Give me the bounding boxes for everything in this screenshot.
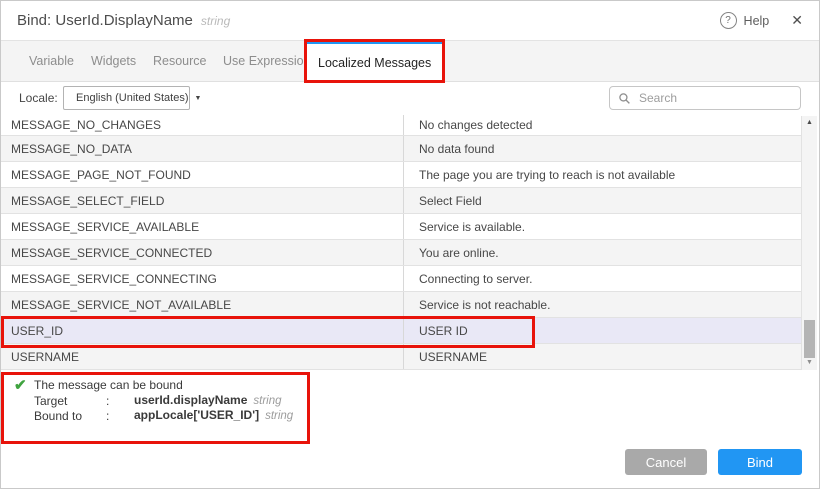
table-row[interactable]: MESSAGE_SERVICE_CONNECTEDYou are online.: [1, 240, 801, 266]
table-row[interactable]: MESSAGE_SELECT_FIELDSelect Field: [1, 188, 801, 214]
message-key: MESSAGE_NO_CHANGES: [1, 115, 404, 135]
search-box: [609, 86, 801, 110]
message-key: MESSAGE_NO_DATA: [1, 136, 404, 161]
table-scrollbar[interactable]: ▲ ▼: [801, 116, 817, 370]
dialog-title-type: string: [201, 14, 230, 28]
status-row-separator: :: [106, 409, 134, 424]
status-row-type: string: [265, 410, 293, 422]
toolbar: Locale: English (United States) ▼: [1, 82, 819, 116]
bind-status-row: Target:userId.displayNamestring: [34, 393, 293, 408]
dialog-footer: Cancel Bind: [1, 426, 819, 488]
table-row[interactable]: MESSAGE_SERVICE_NOT_AVAILABLEService is …: [1, 292, 801, 318]
status-row-label: Target: [34, 394, 106, 409]
messages-table-body: MESSAGE_NO_CHANGESNo changes detectedMES…: [1, 115, 801, 371]
search-icon: [618, 92, 631, 105]
message-value: Connecting to server.: [404, 266, 801, 291]
status-row-label: Bound to: [34, 409, 106, 424]
message-key: MESSAGE_PAGE_NOT_FOUND: [1, 162, 404, 187]
bind-dialog: Bind: UserId.DisplayName string ? Help ✕…: [0, 0, 820, 489]
bind-status-panel: ✔ The message can be bound Target:userId…: [1, 371, 819, 427]
message-value: The page you are trying to reach is not …: [404, 162, 801, 187]
message-key: USER_ID: [1, 318, 404, 343]
message-key: MESSAGE_SERVICE_CONNECTED: [1, 240, 404, 265]
cancel-button[interactable]: Cancel: [625, 449, 707, 475]
close-icon[interactable]: ✕: [791, 12, 803, 29]
chevron-down-icon: ▼: [195, 95, 202, 102]
locale-select[interactable]: English (United States) ▼: [63, 86, 190, 110]
table-row[interactable]: USERNAMEUSERNAME: [1, 344, 801, 370]
messages-table: MESSAGE_NO_CHANGESNo changes detectedMES…: [1, 115, 819, 371]
header-actions: ? Help ✕: [720, 12, 803, 29]
status-row-value: appLocale['USER_ID']string: [134, 408, 293, 424]
status-row-type: string: [253, 395, 281, 407]
message-value: Service is available.: [404, 214, 801, 239]
bind-status-rows: Target:userId.displayNamestringBound to:…: [34, 393, 293, 423]
table-row[interactable]: MESSAGE_NO_CHANGESNo changes detected: [1, 115, 801, 136]
table-row[interactable]: MESSAGE_SERVICE_CONNECTINGConnecting to …: [1, 266, 801, 292]
message-key: MESSAGE_SERVICE_CONNECTING: [1, 266, 404, 291]
message-key: USERNAME: [1, 344, 404, 369]
message-value: You are online.: [404, 240, 801, 265]
bind-status-content: The message can be bound Target:userId.d…: [34, 378, 293, 423]
success-check-icon: ✔: [14, 376, 27, 394]
scroll-down-icon[interactable]: ▼: [802, 358, 817, 368]
status-row-value: userId.displayNamestring: [134, 393, 293, 409]
message-value: No data found: [404, 136, 801, 161]
help-button[interactable]: Help: [744, 14, 770, 28]
tab-bar: VariableWidgetsResourceUse ExpressionLoc…: [1, 41, 819, 82]
bind-status-message: The message can be bound: [34, 378, 293, 393]
help-icon[interactable]: ?: [720, 12, 737, 29]
table-row[interactable]: USER_IDUSER ID: [1, 318, 801, 344]
table-row[interactable]: MESSAGE_SERVICE_AVAILABLEService is avai…: [1, 214, 801, 240]
message-value: USERNAME: [404, 344, 801, 369]
message-value: No changes detected: [404, 115, 801, 135]
locale-selected-value: English (United States): [76, 92, 189, 104]
dialog-header: Bind: UserId.DisplayName string ? Help ✕: [1, 1, 819, 41]
message-key: MESSAGE_SERVICE_NOT_AVAILABLE: [1, 292, 404, 317]
locale-label: Locale:: [19, 91, 58, 105]
bind-status-row: Bound to:appLocale['USER_ID']string: [34, 408, 293, 423]
bind-button[interactable]: Bind: [718, 449, 802, 475]
message-value: USER ID: [404, 318, 801, 343]
tab-localized-messages[interactable]: Localized Messages: [307, 41, 442, 81]
dialog-title: Bind: UserId.DisplayName: [17, 12, 193, 29]
status-row-separator: :: [106, 394, 134, 409]
scrollbar-thumb[interactable]: [804, 320, 815, 358]
message-key: MESSAGE_SERVICE_AVAILABLE: [1, 214, 404, 239]
message-value: Service is not reachable.: [404, 292, 801, 317]
search-input[interactable]: [637, 90, 792, 106]
message-key: MESSAGE_SELECT_FIELD: [1, 188, 404, 213]
table-row[interactable]: MESSAGE_NO_DATANo data found: [1, 136, 801, 162]
message-value: Select Field: [404, 188, 801, 213]
table-row[interactable]: MESSAGE_PAGE_NOT_FOUNDThe page you are t…: [1, 162, 801, 188]
scroll-up-icon[interactable]: ▲: [802, 118, 817, 128]
